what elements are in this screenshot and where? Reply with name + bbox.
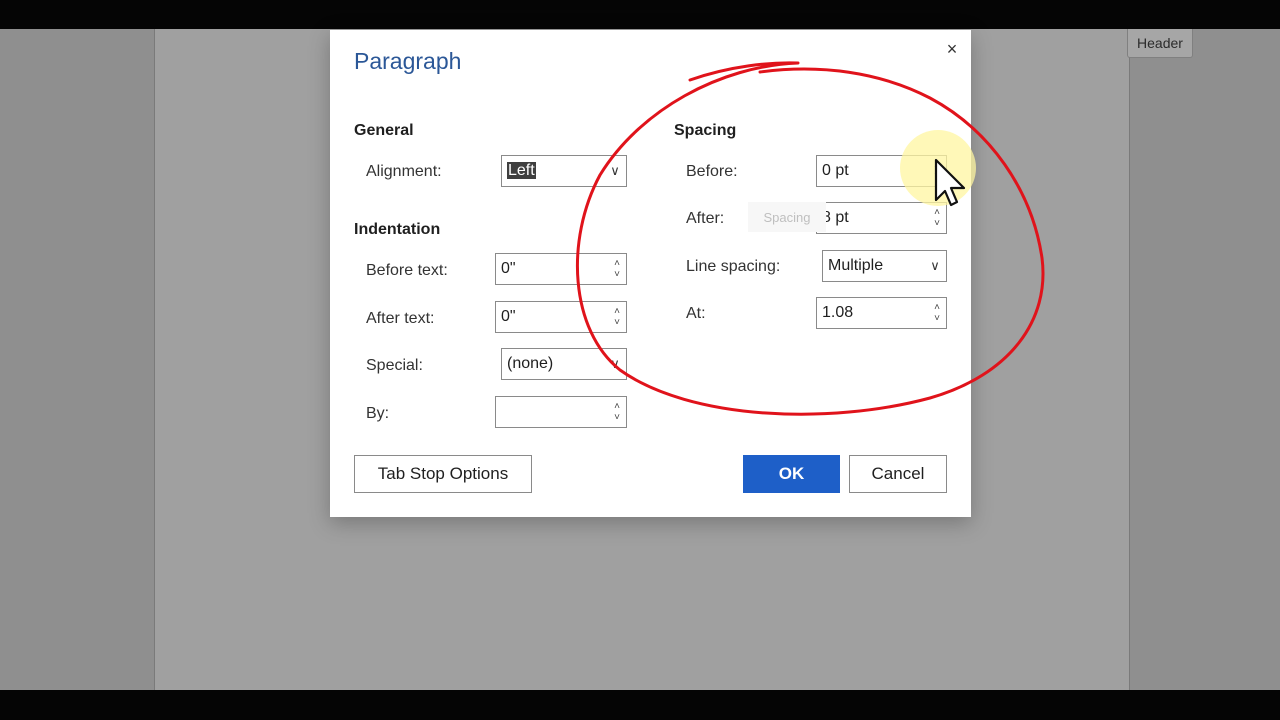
- line-spacing-select[interactable]: Multiple ∨: [822, 250, 947, 282]
- spacing-section-title: Spacing: [674, 122, 737, 139]
- special-value: (none): [507, 355, 554, 372]
- special-label: Special:: [366, 357, 423, 374]
- spacing-before-value: 0 pt: [822, 162, 849, 179]
- after-text-label: After text:: [366, 310, 435, 327]
- before-text-input[interactable]: 0" ˄ ˅: [495, 253, 627, 285]
- alignment-value: Left: [507, 162, 536, 179]
- indentation-section-title: Indentation: [354, 221, 441, 238]
- chevron-down-icon: ∨: [610, 356, 620, 371]
- spacing-tooltip: Spacing: [748, 202, 826, 232]
- chevron-down-icon: ∨: [610, 163, 620, 178]
- close-icon[interactable]: ×: [942, 38, 962, 60]
- spin-arrows-icon[interactable]: ˄ ˅: [608, 254, 626, 284]
- dialog-title: Paragraph: [354, 48, 462, 74]
- at-value: 1.08: [822, 304, 854, 321]
- line-spacing-value: Multiple: [828, 257, 884, 274]
- tab-stop-options-button[interactable]: Tab Stop Options: [354, 455, 532, 493]
- spacing-after-label: After:: [686, 210, 725, 227]
- after-text-value: 0": [501, 308, 516, 325]
- paragraph-dialog: Paragraph × General Alignment: Left ∨ In…: [330, 30, 971, 517]
- after-text-input[interactable]: 0" ˄ ˅: [495, 301, 627, 333]
- at-label: At:: [686, 305, 706, 322]
- alignment-select[interactable]: Left ∨: [501, 155, 627, 187]
- before-text-label: Before text:: [366, 262, 448, 279]
- spacing-after-value: 8 pt: [822, 209, 849, 226]
- chevron-down-icon: ∨: [930, 258, 940, 273]
- alignment-label: Alignment:: [366, 163, 442, 180]
- header-tag[interactable]: Header: [1127, 29, 1193, 58]
- spin-arrows-icon[interactable]: ˄ ˅: [608, 397, 626, 427]
- by-label: By:: [366, 405, 390, 422]
- letterbox-bottom: [0, 690, 1280, 720]
- before-text-value: 0": [501, 260, 516, 277]
- at-input[interactable]: 1.08 ˄ ˅: [816, 297, 947, 329]
- by-input[interactable]: ˄ ˅: [495, 396, 627, 428]
- spacing-after-input[interactable]: 8 pt ˄ ˅: [816, 202, 947, 234]
- cancel-button[interactable]: Cancel: [849, 455, 947, 493]
- spin-arrows-icon[interactable]: ˄ ˅: [928, 298, 946, 328]
- line-spacing-label: Line spacing:: [686, 258, 781, 275]
- ok-button[interactable]: OK: [743, 455, 840, 493]
- spacing-before-input[interactable]: 0 pt ˄ ˅: [816, 155, 947, 187]
- spin-arrows-icon[interactable]: ˄ ˅: [928, 156, 946, 186]
- spin-arrows-icon[interactable]: ˄ ˅: [608, 302, 626, 332]
- letterbox-top: [0, 0, 1280, 29]
- general-section-title: General: [354, 122, 414, 139]
- spacing-before-label: Before:: [686, 163, 738, 180]
- special-select[interactable]: (none) ∨: [501, 348, 627, 380]
- spin-arrows-icon[interactable]: ˄ ˅: [928, 203, 946, 233]
